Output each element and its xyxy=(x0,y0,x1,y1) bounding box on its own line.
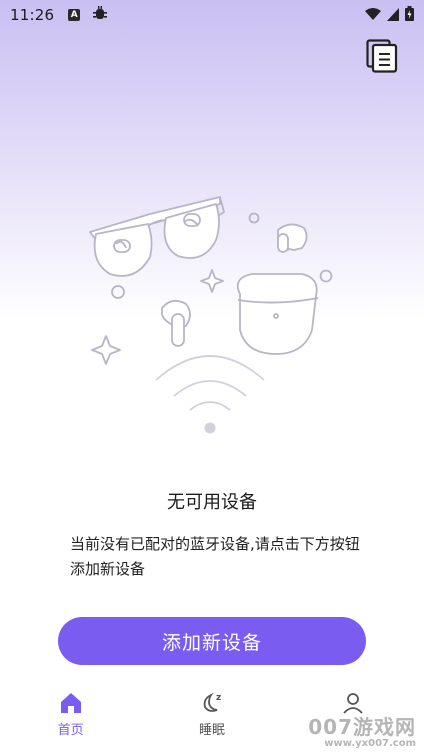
tab-home[interactable]: 首页 xyxy=(0,684,141,753)
sparkle-icon xyxy=(91,335,121,365)
status-time: 11:26 xyxy=(10,6,55,24)
glasses-icon xyxy=(89,196,225,277)
empty-state-illustration xyxy=(80,182,340,440)
watermark-url: www.yx007.com xyxy=(324,738,416,749)
tab-sleep[interactable]: z 睡眠 xyxy=(141,684,282,753)
earbud-icon xyxy=(161,299,191,347)
svg-text:z: z xyxy=(216,693,221,703)
earbuds-case-icon xyxy=(236,273,319,355)
sparkle-icon xyxy=(200,269,224,293)
wifi-icon xyxy=(365,6,381,25)
document-list-icon xyxy=(366,39,398,77)
a-notification-icon: A xyxy=(68,9,81,21)
watermark: 007游戏网 www.yx007.com xyxy=(308,711,416,749)
tab-sleep-label: 睡眠 xyxy=(198,723,225,738)
empty-state-title: 无可用设备 xyxy=(167,492,257,513)
device-list-button[interactable] xyxy=(362,38,402,78)
empty-state-description: 当前没有已配对的蓝牙设备,请点击下方按钮添加新设备 xyxy=(70,535,360,578)
status-bar: 11:26 A xyxy=(0,0,424,30)
battery-icon xyxy=(405,5,414,25)
bug-icon xyxy=(92,5,108,25)
watermark-text: 007游戏网 xyxy=(308,715,416,739)
bluetooth-signal-icon xyxy=(155,355,265,411)
moon-sleep-icon: z xyxy=(199,690,225,716)
home-icon xyxy=(58,690,84,716)
tab-home-label: 首页 xyxy=(57,723,84,738)
signal-icon xyxy=(387,6,399,25)
add-new-device-button[interactable]: 添加新设备 xyxy=(58,617,366,665)
earbud-icon xyxy=(277,223,308,253)
